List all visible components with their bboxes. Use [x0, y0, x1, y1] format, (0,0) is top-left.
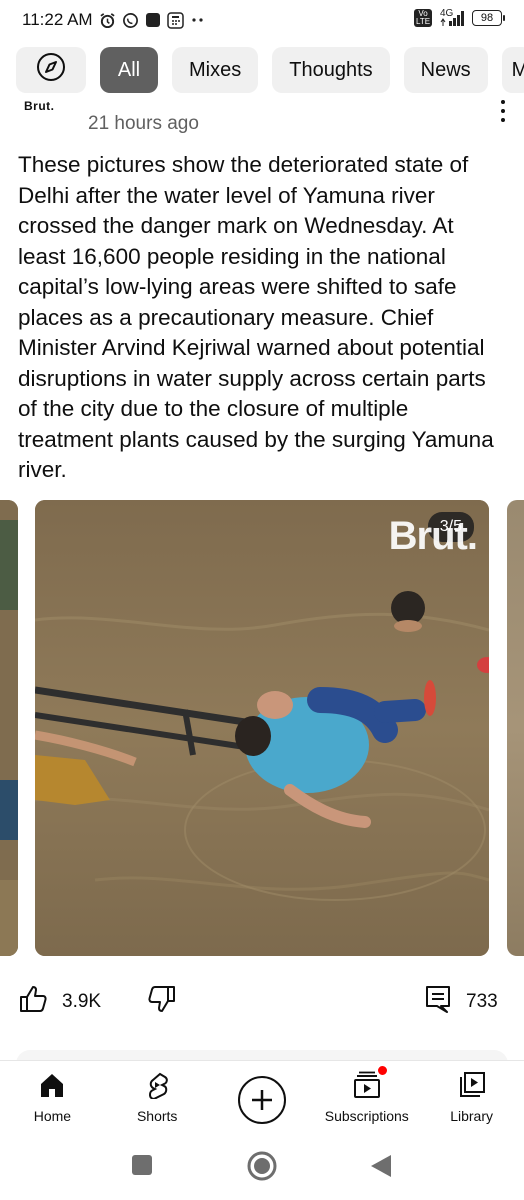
- subscriptions-icon: [352, 1065, 388, 1102]
- chip-mixes[interactable]: Mixes: [172, 47, 259, 93]
- notification-icons: [99, 11, 206, 29]
- dot-icon: [501, 100, 505, 104]
- like-count: 3.9K: [62, 991, 102, 1012]
- filter-chips: All Mixes Thoughts News M: [16, 47, 524, 95]
- chip-all[interactable]: All: [100, 47, 158, 93]
- image-carousel[interactable]: 3/5 Brut.: [0, 500, 524, 956]
- chip-news[interactable]: News: [403, 47, 488, 93]
- more-options-button[interactable]: [498, 100, 508, 122]
- comment-count: 733: [466, 991, 498, 1012]
- compass-icon: [35, 51, 67, 89]
- home-system-button[interactable]: [246, 1150, 278, 1187]
- back-button[interactable]: [370, 1154, 392, 1183]
- nav-library[interactable]: Library: [419, 1061, 524, 1136]
- dislike-button[interactable]: [147, 984, 177, 1020]
- battery-icon: 98: [472, 10, 505, 26]
- next-image-preview[interactable]: [507, 500, 524, 956]
- battery-level: 98: [480, 12, 494, 24]
- channel-name[interactable]: Brut.: [24, 96, 55, 110]
- post-actions: 3.9K 733: [0, 980, 524, 1024]
- post-timestamp: 21 hours ago: [88, 113, 199, 134]
- system-indicators: Vo LTE 4G 98: [414, 8, 505, 28]
- thumbs-down-icon: [147, 984, 177, 1020]
- alarm-icon: [99, 12, 116, 29]
- recent-apps-button[interactable]: [131, 1154, 153, 1181]
- create-button[interactable]: [210, 1061, 315, 1136]
- nav-shorts-label: Shorts: [136, 1108, 178, 1124]
- nav-home[interactable]: Home: [0, 1061, 105, 1136]
- status-bar: 11:22 AM Vo LTE 4G 98: [0, 0, 524, 40]
- chip-partial[interactable]: M: [501, 47, 524, 93]
- nav-home-label: Home: [33, 1108, 72, 1124]
- thumbs-up-icon: [18, 984, 48, 1020]
- signal-icon: 4G: [438, 8, 466, 28]
- plus-icon: [237, 1075, 286, 1124]
- bottom-navigation: Home Shorts Subscriptions Library: [0, 1060, 524, 1136]
- previous-image-preview[interactable]: [0, 500, 18, 956]
- comments-button[interactable]: 733: [424, 984, 498, 1020]
- nav-subscriptions-label: Subscriptions: [324, 1108, 409, 1124]
- brut-watermark: Brut.: [388, 514, 478, 559]
- more-notifications-icon: [190, 17, 206, 23]
- nav-library-label: Library: [450, 1108, 493, 1124]
- dot-icon: [501, 109, 505, 113]
- shorts-icon: [143, 1071, 171, 1102]
- whatsapp-icon: [122, 12, 139, 29]
- status-time: 11:22 AM: [22, 10, 93, 29]
- flood-photo[interactable]: 3/5 Brut.: [35, 500, 489, 956]
- calculator-icon: [166, 11, 184, 29]
- dot-icon: [501, 118, 505, 122]
- notification-dot: [376, 1065, 388, 1076]
- nav-subscriptions[interactable]: Subscriptions: [314, 1061, 419, 1136]
- watermark-text: Brut.: [388, 514, 478, 558]
- post-body-text[interactable]: These pictures show the deteriorated sta…: [18, 150, 498, 486]
- like-button[interactable]: 3.9K: [18, 984, 101, 1020]
- system-navigation-bar: [0, 1140, 524, 1200]
- explore-button[interactable]: [16, 47, 86, 93]
- app-notification-icon: [145, 12, 161, 28]
- comment-icon: [424, 984, 452, 1020]
- nav-shorts[interactable]: Shorts: [105, 1061, 210, 1136]
- volte-icon: Vo LTE: [414, 9, 432, 27]
- library-icon: [458, 1071, 486, 1102]
- home-icon: [38, 1071, 66, 1102]
- chip-thoughts[interactable]: Thoughts: [272, 47, 390, 93]
